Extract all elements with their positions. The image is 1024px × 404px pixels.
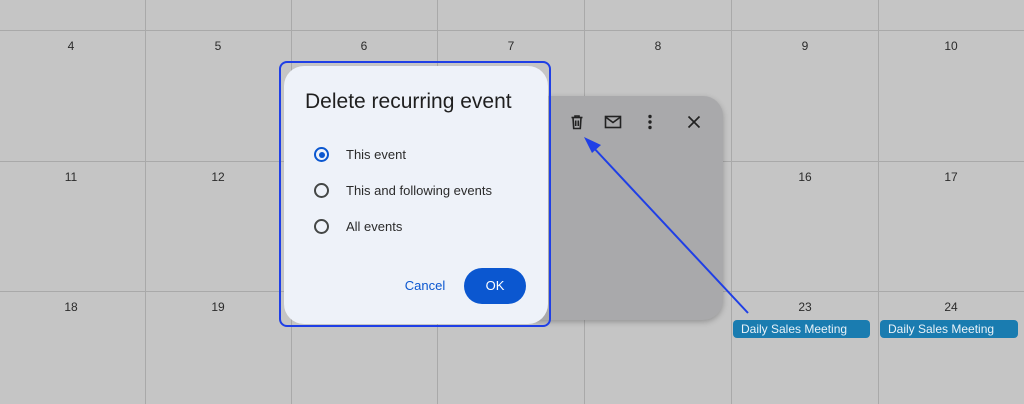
close-icon[interactable] (684, 112, 704, 132)
day-number[interactable]: 24 (931, 300, 971, 314)
day-number[interactable]: 19 (198, 300, 238, 314)
day-number[interactable]: 6 (344, 39, 384, 53)
day-number[interactable]: 5 (198, 39, 238, 53)
option-label: All events (346, 219, 403, 234)
grid-divider (145, 0, 146, 404)
radio-button[interactable] (314, 219, 329, 234)
ok-button[interactable]: OK (464, 268, 526, 304)
radio-button[interactable] (314, 147, 329, 162)
day-number[interactable]: 17 (931, 170, 971, 184)
day-number[interactable]: 16 (785, 170, 825, 184)
day-number[interactable]: 8 (638, 39, 678, 53)
day-number[interactable]: 18 (51, 300, 91, 314)
option-label: This event (346, 147, 406, 162)
dialog-title: Delete recurring event (305, 90, 512, 113)
event-chip[interactable]: Daily Sales Meeting (733, 320, 870, 338)
option-label: This and following events (346, 183, 492, 198)
day-number[interactable]: 12 (198, 170, 238, 184)
day-number[interactable]: 9 (785, 39, 825, 53)
grid-divider (731, 0, 732, 404)
day-number[interactable]: 11 (51, 170, 91, 184)
mail-icon[interactable] (603, 112, 623, 132)
day-number[interactable]: 23 (785, 300, 825, 314)
radio-button[interactable] (314, 183, 329, 198)
grid-divider (878, 0, 879, 404)
event-chip[interactable]: Daily Sales Meeting (880, 320, 1018, 338)
more-vertical-icon[interactable] (640, 112, 660, 132)
day-number[interactable]: 7 (491, 39, 531, 53)
cancel-button[interactable]: Cancel (394, 273, 456, 299)
trash-icon[interactable] (567, 112, 587, 132)
grid-divider (0, 30, 1024, 31)
day-number[interactable]: 4 (51, 39, 91, 53)
delete-recurring-event-dialog: Delete recurring event This event This a… (284, 66, 548, 324)
day-number[interactable]: 10 (931, 39, 971, 53)
